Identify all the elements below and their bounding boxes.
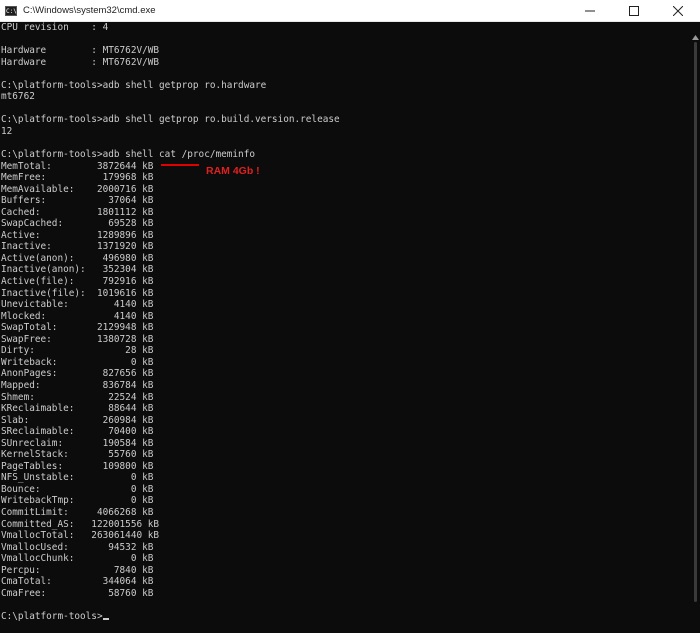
terminal-line: mt6762: [1, 91, 35, 103]
text-cursor: [102, 617, 109, 620]
terminal-line: Percpu: 7840 kB: [1, 564, 154, 576]
terminal-line: VmallocUsed: 94532 kB: [1, 541, 154, 553]
terminal-line: AnonPages: 827656 kB: [1, 368, 154, 380]
terminal-line: SReclaimable: 70400 kB: [1, 426, 154, 438]
title-bar[interactable]: C:\ C:\Windows\system32\cmd.exe: [0, 0, 700, 22]
terminal-line: MemTotal: 3872644 kB: [1, 160, 154, 172]
terminal-line: Inactive(anon): 352304 kB: [1, 264, 154, 276]
terminal-line: C:\platform-tools>adb shell getprop ro.b…: [1, 114, 340, 126]
terminal-line: C:\platform-tools>adb shell getprop ro.h…: [1, 79, 267, 91]
terminal-line: CommitLimit: 4066268 kB: [1, 506, 154, 518]
cmd-window: C:\ C:\Windows\system32\cmd.exe CPU revi…: [0, 0, 700, 633]
terminal-line: C:\platform-tools>: [1, 611, 690, 623]
terminal-line: KernelStack: 55760 kB: [1, 449, 154, 461]
terminal-line: Writeback: 0 kB: [1, 356, 154, 368]
terminal-line: Committed_AS: 122001556 kB: [1, 518, 160, 530]
terminal-line: Inactive(file): 1019616 kB: [1, 287, 154, 299]
terminal-line: Cached: 1801112 kB: [1, 206, 154, 218]
terminal-line: Shmem: 22524 kB: [1, 391, 154, 403]
annotation-underline: [161, 164, 199, 166]
terminal-line: Hardware : MT6762V/WB: [1, 56, 160, 68]
terminal-line: Unevictable: 4140 kB: [1, 299, 154, 311]
maximize-button[interactable]: [612, 0, 656, 22]
annotation-label: RAM 4Gb !: [206, 165, 260, 177]
terminal-line: MemFree: 179968 kB: [1, 172, 154, 184]
terminal-line: VmallocChunk: 0 kB: [1, 553, 154, 565]
scroll-thumb[interactable]: [694, 42, 697, 602]
terminal-line: Inactive: 1371920 kB: [1, 241, 154, 253]
terminal-line: PageTables: 109800 kB: [1, 460, 154, 472]
caption-buttons: [568, 0, 700, 22]
terminal-line: Slab: 260984 kB: [1, 414, 154, 426]
terminal-line: Hardware : MT6762V/WB: [1, 45, 160, 57]
terminal-line: Bounce: 0 kB: [1, 483, 154, 495]
terminal-line: VmallocTotal: 263061440 kB: [1, 530, 160, 542]
terminal-line: CPU revision : 4: [1, 22, 109, 33]
terminal-line: Mapped: 836784 kB: [1, 379, 154, 391]
minimize-button[interactable]: [568, 0, 612, 22]
terminal-line: 12: [1, 125, 13, 137]
terminal-line: NFS_Unstable: 0 kB: [1, 472, 154, 484]
terminal-line: SwapTotal: 2129948 kB: [1, 322, 154, 334]
terminal-line: Active: 1289896 kB: [1, 229, 154, 241]
minimize-icon: [585, 10, 595, 12]
vertical-scrollbar[interactable]: [690, 22, 700, 633]
terminal-line: Mlocked: 4140 kB: [1, 310, 154, 322]
terminal-line: WritebackTmp: 0 kB: [1, 495, 154, 507]
scroll-up-button[interactable]: [690, 32, 700, 42]
cmd-app-icon[interactable]: C:\: [5, 5, 17, 16]
terminal-line: Buffers: 37064 kB: [1, 195, 154, 207]
window-title: C:\Windows\system32\cmd.exe: [23, 5, 156, 16]
terminal-line: C:\platform-tools>adb shell cat /proc/me…: [1, 149, 255, 161]
terminal-output[interactable]: CPU revision : 4 Hardware : MT6762V/WB Har…: [0, 22, 690, 633]
terminal-line: SwapFree: 1380728 kB: [1, 333, 154, 345]
terminal-line: CmaFree: 58760 kB: [1, 587, 154, 599]
terminal-line: CmaTotal: 344064 kB: [1, 576, 154, 588]
terminal-line: Dirty: 28 kB: [1, 345, 154, 357]
close-icon: [673, 6, 683, 16]
terminal-lines: CPU revision : 4 Hardware : MT6762V/WB Har…: [0, 22, 690, 622]
terminal-line: KReclaimable: 88644 kB: [1, 403, 154, 415]
terminal-line: Active(file): 792916 kB: [1, 276, 154, 288]
chevron-up-icon: [691, 34, 699, 40]
terminal-line: SUnreclaim: 190584 kB: [1, 437, 154, 449]
terminal-line: SwapCached: 69528 kB: [1, 218, 154, 230]
terminal-line: Active(anon): 496980 kB: [1, 252, 154, 264]
terminal-line: MemAvailable: 2000716 kB: [1, 183, 154, 195]
maximize-icon: [629, 6, 639, 16]
close-button[interactable]: [656, 0, 700, 22]
